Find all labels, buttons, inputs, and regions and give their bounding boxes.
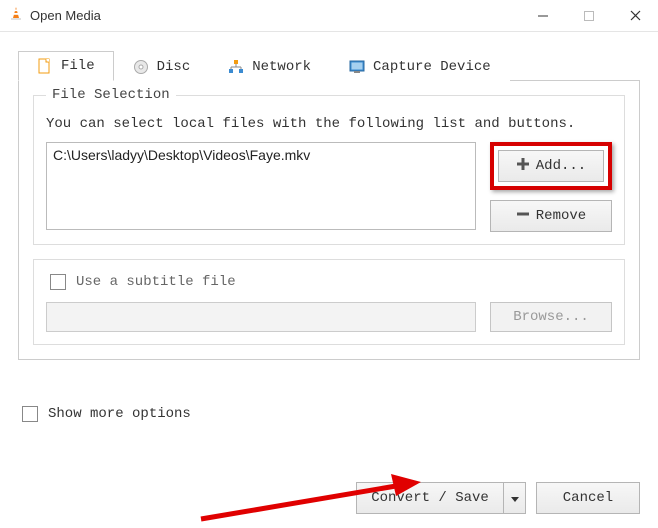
add-button[interactable]: Add... xyxy=(498,150,604,182)
window-title: Open Media xyxy=(24,8,520,23)
footer-buttons: Convert / Save Cancel xyxy=(356,482,640,514)
subtitle-checkbox[interactable] xyxy=(50,274,66,290)
subtitle-path-input xyxy=(46,302,476,332)
footer-options: Show more options xyxy=(0,406,658,422)
tab-disc-label: Disc xyxy=(157,59,191,75)
file-selection-hint: You can select local files with the foll… xyxy=(46,116,612,132)
file-list[interactable]: C:\Users\ladyy\Desktop\Videos\Faye.mkv xyxy=(46,142,476,230)
add-button-highlight: Add... xyxy=(490,142,612,190)
vlc-icon xyxy=(8,6,24,25)
add-button-label: Add... xyxy=(536,158,586,174)
remove-button[interactable]: Remove xyxy=(490,200,612,232)
network-icon xyxy=(228,59,244,75)
disc-icon xyxy=(133,59,149,75)
file-list-item[interactable]: C:\Users\ladyy\Desktop\Videos\Faye.mkv xyxy=(53,147,469,163)
remove-button-label: Remove xyxy=(536,208,586,224)
cancel-button-label: Cancel xyxy=(563,490,613,506)
file-selection-group: File Selection You can select local file… xyxy=(33,95,625,245)
tab-disc[interactable]: Disc xyxy=(114,51,210,81)
maximize-button[interactable] xyxy=(566,0,612,32)
file-icon xyxy=(37,58,53,74)
convert-save-label: Convert / Save xyxy=(371,490,489,506)
content-area: File Disc Network Capture Device File Se… xyxy=(0,32,658,360)
browse-button-label: Browse... xyxy=(513,309,589,325)
tab-network[interactable]: Network xyxy=(209,51,330,81)
plus-icon xyxy=(516,157,530,176)
titlebar: Open Media xyxy=(0,0,658,32)
more-options-label: Show more options xyxy=(48,406,191,422)
window-controls xyxy=(520,0,658,32)
chevron-down-icon xyxy=(511,491,519,506)
tabs: File Disc Network Capture Device xyxy=(18,50,640,81)
cancel-button[interactable]: Cancel xyxy=(536,482,640,514)
tab-capture-label: Capture Device xyxy=(373,59,491,75)
convert-save-button[interactable]: Convert / Save xyxy=(356,482,504,514)
tab-file-label: File xyxy=(61,58,95,74)
browse-button: Browse... xyxy=(490,302,612,332)
tab-network-label: Network xyxy=(252,59,311,75)
file-selection-title: File Selection xyxy=(46,87,176,103)
tab-capture[interactable]: Capture Device xyxy=(330,51,510,81)
tab-panel-file: File Selection You can select local file… xyxy=(18,81,640,360)
capture-icon xyxy=(349,59,365,75)
convert-save-split-button: Convert / Save xyxy=(356,482,526,514)
more-options-checkbox[interactable] xyxy=(22,406,38,422)
tab-file[interactable]: File xyxy=(18,51,114,81)
close-button[interactable] xyxy=(612,0,658,32)
convert-save-dropdown[interactable] xyxy=(504,482,526,514)
subtitle-checkbox-label: Use a subtitle file xyxy=(76,274,236,290)
minimize-button[interactable] xyxy=(520,0,566,32)
subtitle-group: Use a subtitle file Browse... xyxy=(33,259,625,345)
minus-icon xyxy=(516,207,530,226)
